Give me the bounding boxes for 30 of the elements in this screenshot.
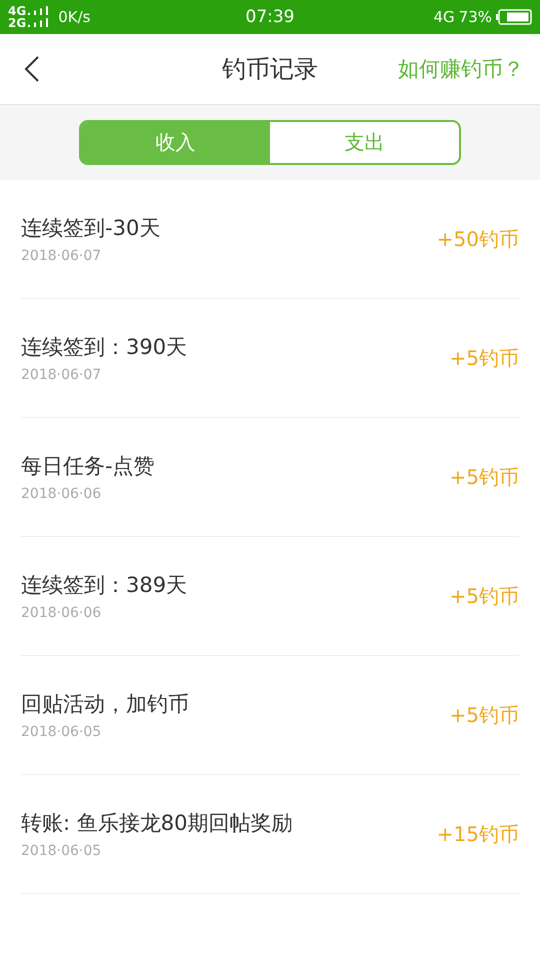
- record-title: 回贴活动，加钓币: [21, 691, 189, 718]
- network-label: 4G: [8, 5, 26, 17]
- record-amount: +5钓币: [450, 464, 519, 490]
- battery-icon: [496, 9, 532, 25]
- record-title: 转账: 鱼乐接龙80期回帖奖励: [21, 810, 292, 837]
- record-title: 连续签到：389天: [21, 572, 188, 599]
- record-title: 连续签到：390天: [21, 334, 188, 361]
- record-date: 2018·06·07: [21, 367, 102, 383]
- battery-percent: 73%: [458, 8, 492, 26]
- network-label: 4G: [433, 8, 455, 26]
- record-date: 2018·06·05: [21, 724, 102, 740]
- record-title: 每日任务-点赞: [21, 453, 155, 480]
- record-title: 连续签到-30天: [21, 215, 160, 242]
- record-amount: +15钓币: [436, 820, 519, 848]
- record-date: 2018·06·06: [21, 605, 102, 621]
- back-button[interactable]: [24, 55, 40, 83]
- record-amount: +50钓币: [436, 226, 519, 252]
- record-date: 2018·06·06: [21, 486, 102, 502]
- page-title: 钓币记录: [222, 54, 318, 85]
- record-amount: +5钓币: [450, 344, 519, 372]
- tab[interactable]: 收入: [81, 122, 270, 163]
- record-amount: +5钓币: [450, 702, 519, 728]
- record-date: 2018·06·05: [21, 843, 102, 859]
- network-label: 2G: [8, 17, 26, 29]
- back-icon: [24, 55, 40, 83]
- record-amount: +5钓币: [450, 582, 519, 610]
- clock: 07:39: [246, 7, 294, 27]
- help-link[interactable]: 如何赚钓币？: [398, 55, 524, 83]
- network-speed: 0K/s: [58, 8, 90, 26]
- record-date: 2018·06·07: [21, 248, 102, 264]
